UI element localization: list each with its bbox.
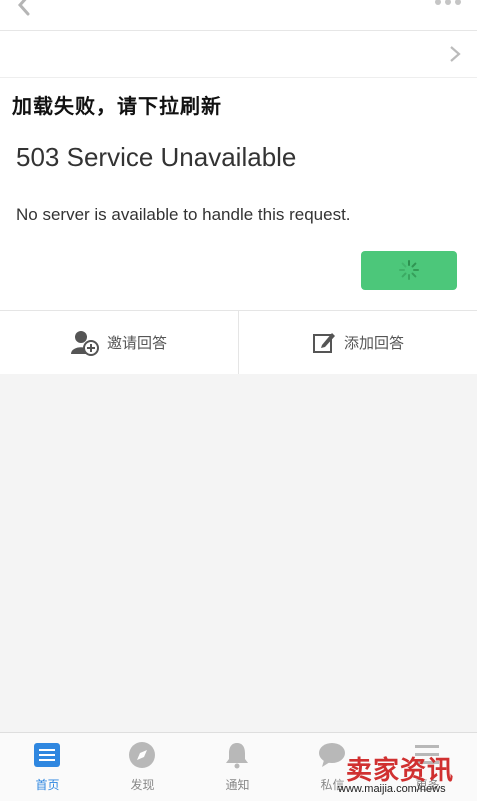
chevron-right-icon [450, 46, 461, 62]
back-arrow-icon[interactable] [14, 0, 34, 16]
add-answer-button[interactable]: 添加回答 [239, 311, 477, 374]
bell-icon [226, 743, 248, 769]
error-description: No server is available to handle this re… [16, 205, 351, 224]
more-dots-icon[interactable] [433, 0, 463, 8]
invite-answer-label: 邀请回答 [106, 334, 167, 352]
tab-label: 通知 [225, 778, 250, 792]
loading-button[interactable] [361, 251, 457, 290]
answer-actions: 邀请回答 添加回答 [0, 310, 477, 375]
tab-discover[interactable]: 发现 [95, 733, 190, 801]
tab-notifications[interactable]: 通知 [190, 733, 285, 801]
question-header-row[interactable] [0, 31, 477, 78]
invite-answer-button[interactable]: 邀请回答 [0, 311, 239, 374]
watermark-url: www.maijia.com/news [338, 783, 446, 795]
edit-icon [312, 332, 335, 353]
watermark-logo-text: 卖家资讯 [346, 756, 455, 786]
top-nav-bar [0, 0, 477, 31]
tab-label: 发现 [130, 778, 155, 792]
watermark: 卖家资讯 www.maijia.com/news [338, 748, 473, 800]
error-title: 503 Service Unavailable [16, 142, 297, 172]
content-area [0, 374, 477, 732]
compass-icon [129, 742, 155, 768]
home-icon [34, 743, 60, 767]
add-answer-label: 添加回答 [343, 334, 404, 352]
invite-user-icon [70, 330, 99, 356]
tab-label: 首页 [35, 778, 60, 792]
spinner-icon [399, 260, 419, 280]
load-failed-message: 加载失败，请下拉刷新 [12, 94, 222, 118]
tab-home[interactable]: 首页 [0, 733, 95, 801]
